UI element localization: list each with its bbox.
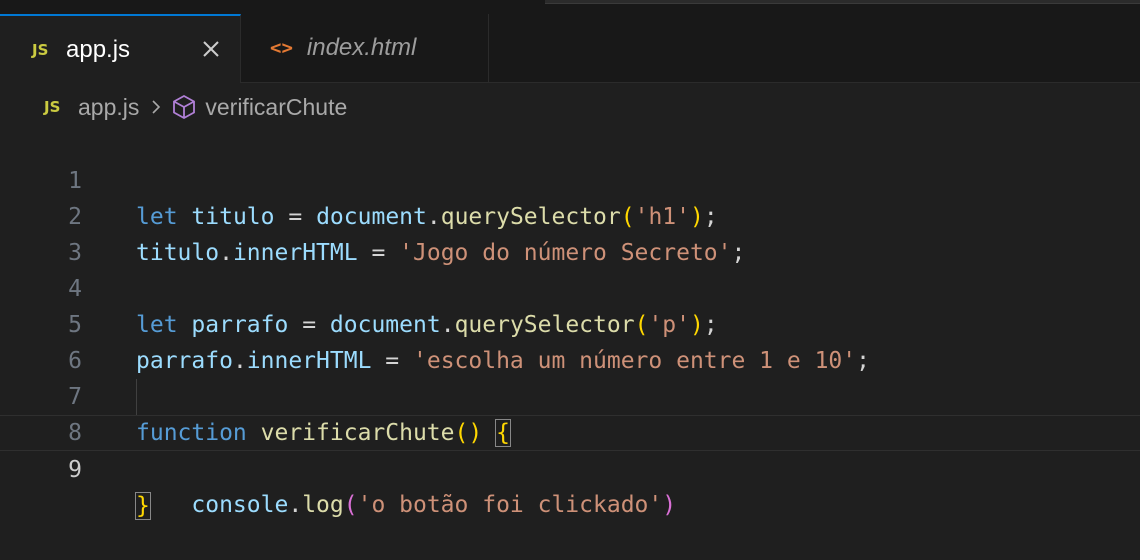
matching-bracket-close: } — [135, 492, 151, 520]
breadcrumb: JS app.js verificarChute — [0, 90, 1140, 124]
js-file-icon: JS — [44, 98, 61, 116]
tab-index-html[interactable]: <> index.html — [242, 14, 489, 82]
close-icon[interactable] — [200, 38, 222, 60]
code-editor[interactable]: 1 let titulo = document.querySelector('h… — [0, 127, 1140, 520]
indent-guide — [136, 379, 137, 415]
chevron-right-icon — [152, 100, 161, 114]
window-top-strip — [0, 0, 1140, 14]
line-number: 9 — [68, 457, 82, 483]
js-file-icon: JS — [32, 40, 49, 59]
tab-label: index.html — [306, 34, 417, 61]
tab-label: app.js — [66, 35, 131, 63]
breadcrumb-file[interactable]: app.js — [78, 94, 139, 121]
code-line[interactable]: 8 console.log('o botão foi clickado') — [0, 379, 1140, 518]
method-cube-icon — [173, 94, 196, 120]
tab-bar: JS app.js <> index.html — [0, 14, 1140, 83]
window-edge — [545, 0, 1140, 4]
tab-app-js[interactable]: JS app.js — [0, 14, 241, 83]
code-line[interactable]: 1 let titulo = document.querySelector('h… — [0, 127, 1140, 230]
code-line[interactable]: 6 — [0, 307, 1140, 374]
code-line-current[interactable]: 9 } — [0, 415, 1140, 520]
code-line[interactable]: 2 titulo.innerHTML = 'Jogo do número Sec… — [0, 163, 1140, 266]
breadcrumb-symbol[interactable]: verificarChute — [205, 94, 347, 121]
html-file-icon: <> — [270, 37, 293, 59]
code-line[interactable]: 5 parrafo.innerHTML = 'escolha um número… — [0, 271, 1140, 374]
code-text: } — [135, 488, 151, 524]
code-line[interactable]: 3 — [0, 199, 1140, 266]
code-text: console.log('o botão foi clickado') — [191, 492, 677, 518]
code-line[interactable]: 4 let parrafo = document.querySelector('… — [0, 235, 1140, 338]
code-line[interactable]: 7 function verificarChute() { — [0, 343, 1140, 447]
